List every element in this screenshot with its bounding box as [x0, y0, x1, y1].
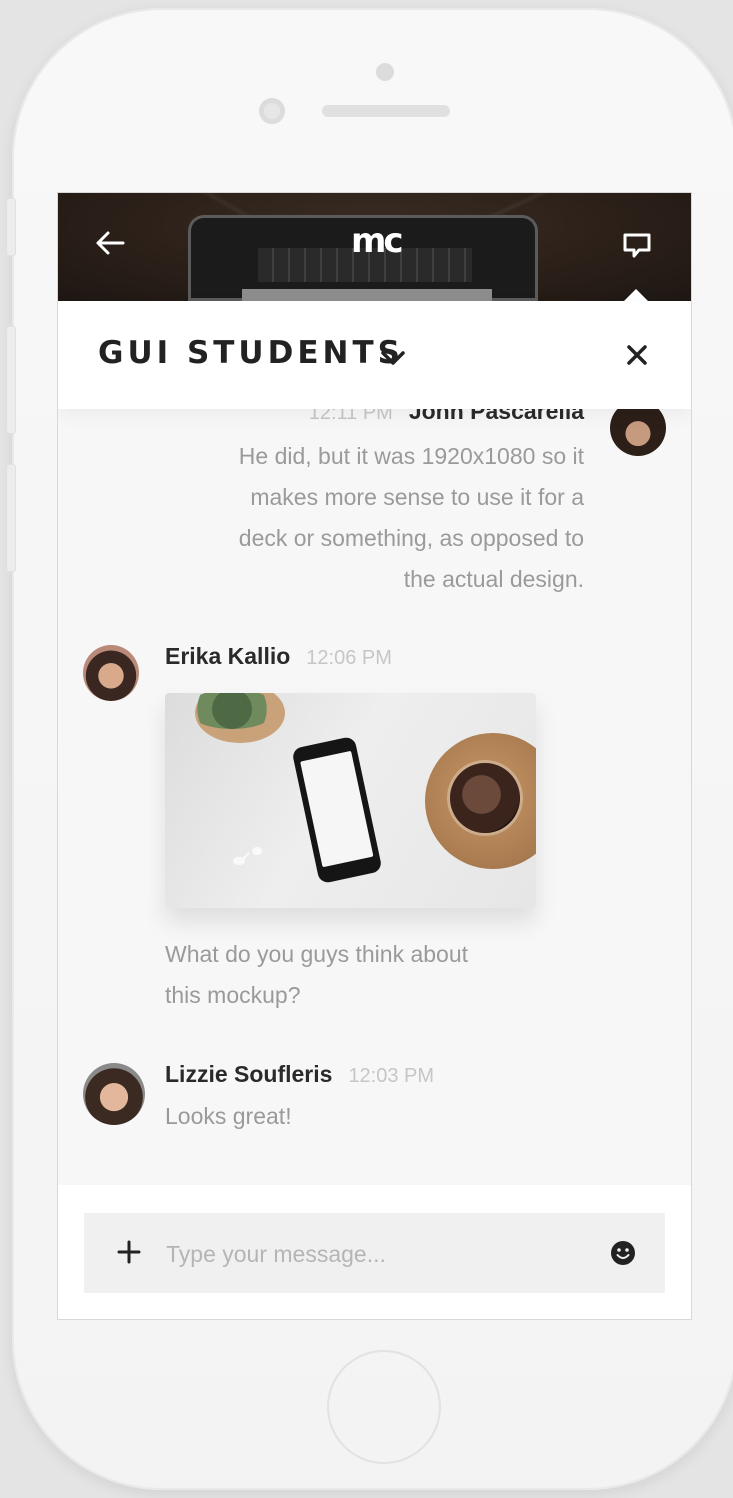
message-author[interactable]: Erika Kallio — [165, 643, 290, 669]
photo-smartphone-screen — [300, 750, 374, 868]
message-image-attachment[interactable] — [165, 693, 536, 908]
chevron-down-icon[interactable] — [380, 349, 406, 367]
photo-smartphone — [291, 735, 383, 885]
message-input[interactable] — [164, 1231, 588, 1277]
avatar[interactable] — [610, 409, 666, 456]
popover-caret — [624, 289, 648, 301]
message-timestamp: 12:11 PM — [308, 409, 393, 424]
close-icon[interactable] — [626, 344, 648, 366]
arrow-left-icon[interactable] — [93, 226, 127, 260]
volume-up-button — [6, 326, 16, 434]
channel-title[interactable]: GUI STUDENTS — [98, 335, 404, 371]
earpiece-speaker — [322, 105, 450, 117]
chat-bubble-icon[interactable] — [622, 231, 652, 261]
message-timestamp: 12:06 PM — [306, 647, 392, 669]
proximity-sensor — [376, 63, 394, 81]
channel-header: GUI STUDENTS — [58, 301, 691, 409]
message-text: What do you guys think about this mockup… — [165, 941, 469, 1008]
app-screen: mc GUI STUDENTS 12:11 PM John Pascarella … — [58, 193, 691, 1319]
header-banner: mc — [58, 193, 691, 301]
avatar[interactable] — [83, 645, 139, 701]
home-button[interactable] — [327, 1350, 441, 1464]
mute-switch — [6, 198, 16, 256]
message-header: 12:11 PM John Pascarella — [309, 409, 584, 425]
photo-coffee-glass — [450, 763, 520, 833]
message-composer — [84, 1213, 665, 1293]
smiley-icon[interactable] — [610, 1240, 636, 1266]
composer-area — [58, 1185, 691, 1319]
volume-down-button — [6, 464, 16, 572]
avatar[interactable] — [83, 1063, 145, 1125]
plus-icon[interactable] — [117, 1240, 141, 1264]
banner-laptop-edge — [242, 289, 492, 301]
message-author[interactable]: Lizzie Soufleris — [165, 1061, 332, 1087]
message-author[interactable]: John Pascarella — [409, 409, 584, 424]
message-timestamp: 12:03 PM — [348, 1065, 435, 1087]
message-text: He did, but it was 1920x1080 so it makes… — [238, 443, 584, 592]
message-header: Lizzie Soufleris 12:03 PM — [165, 1061, 434, 1088]
message-list[interactable]: 12:11 PM John Pascarella He did, but it w… — [58, 409, 691, 1185]
app-logo[interactable]: mc — [351, 221, 404, 261]
message-text: Looks great! — [165, 1103, 292, 1129]
front-camera — [259, 98, 285, 124]
message-header: Erika Kallio 12:06 PM — [165, 643, 392, 670]
photo-earbuds — [233, 847, 262, 865]
